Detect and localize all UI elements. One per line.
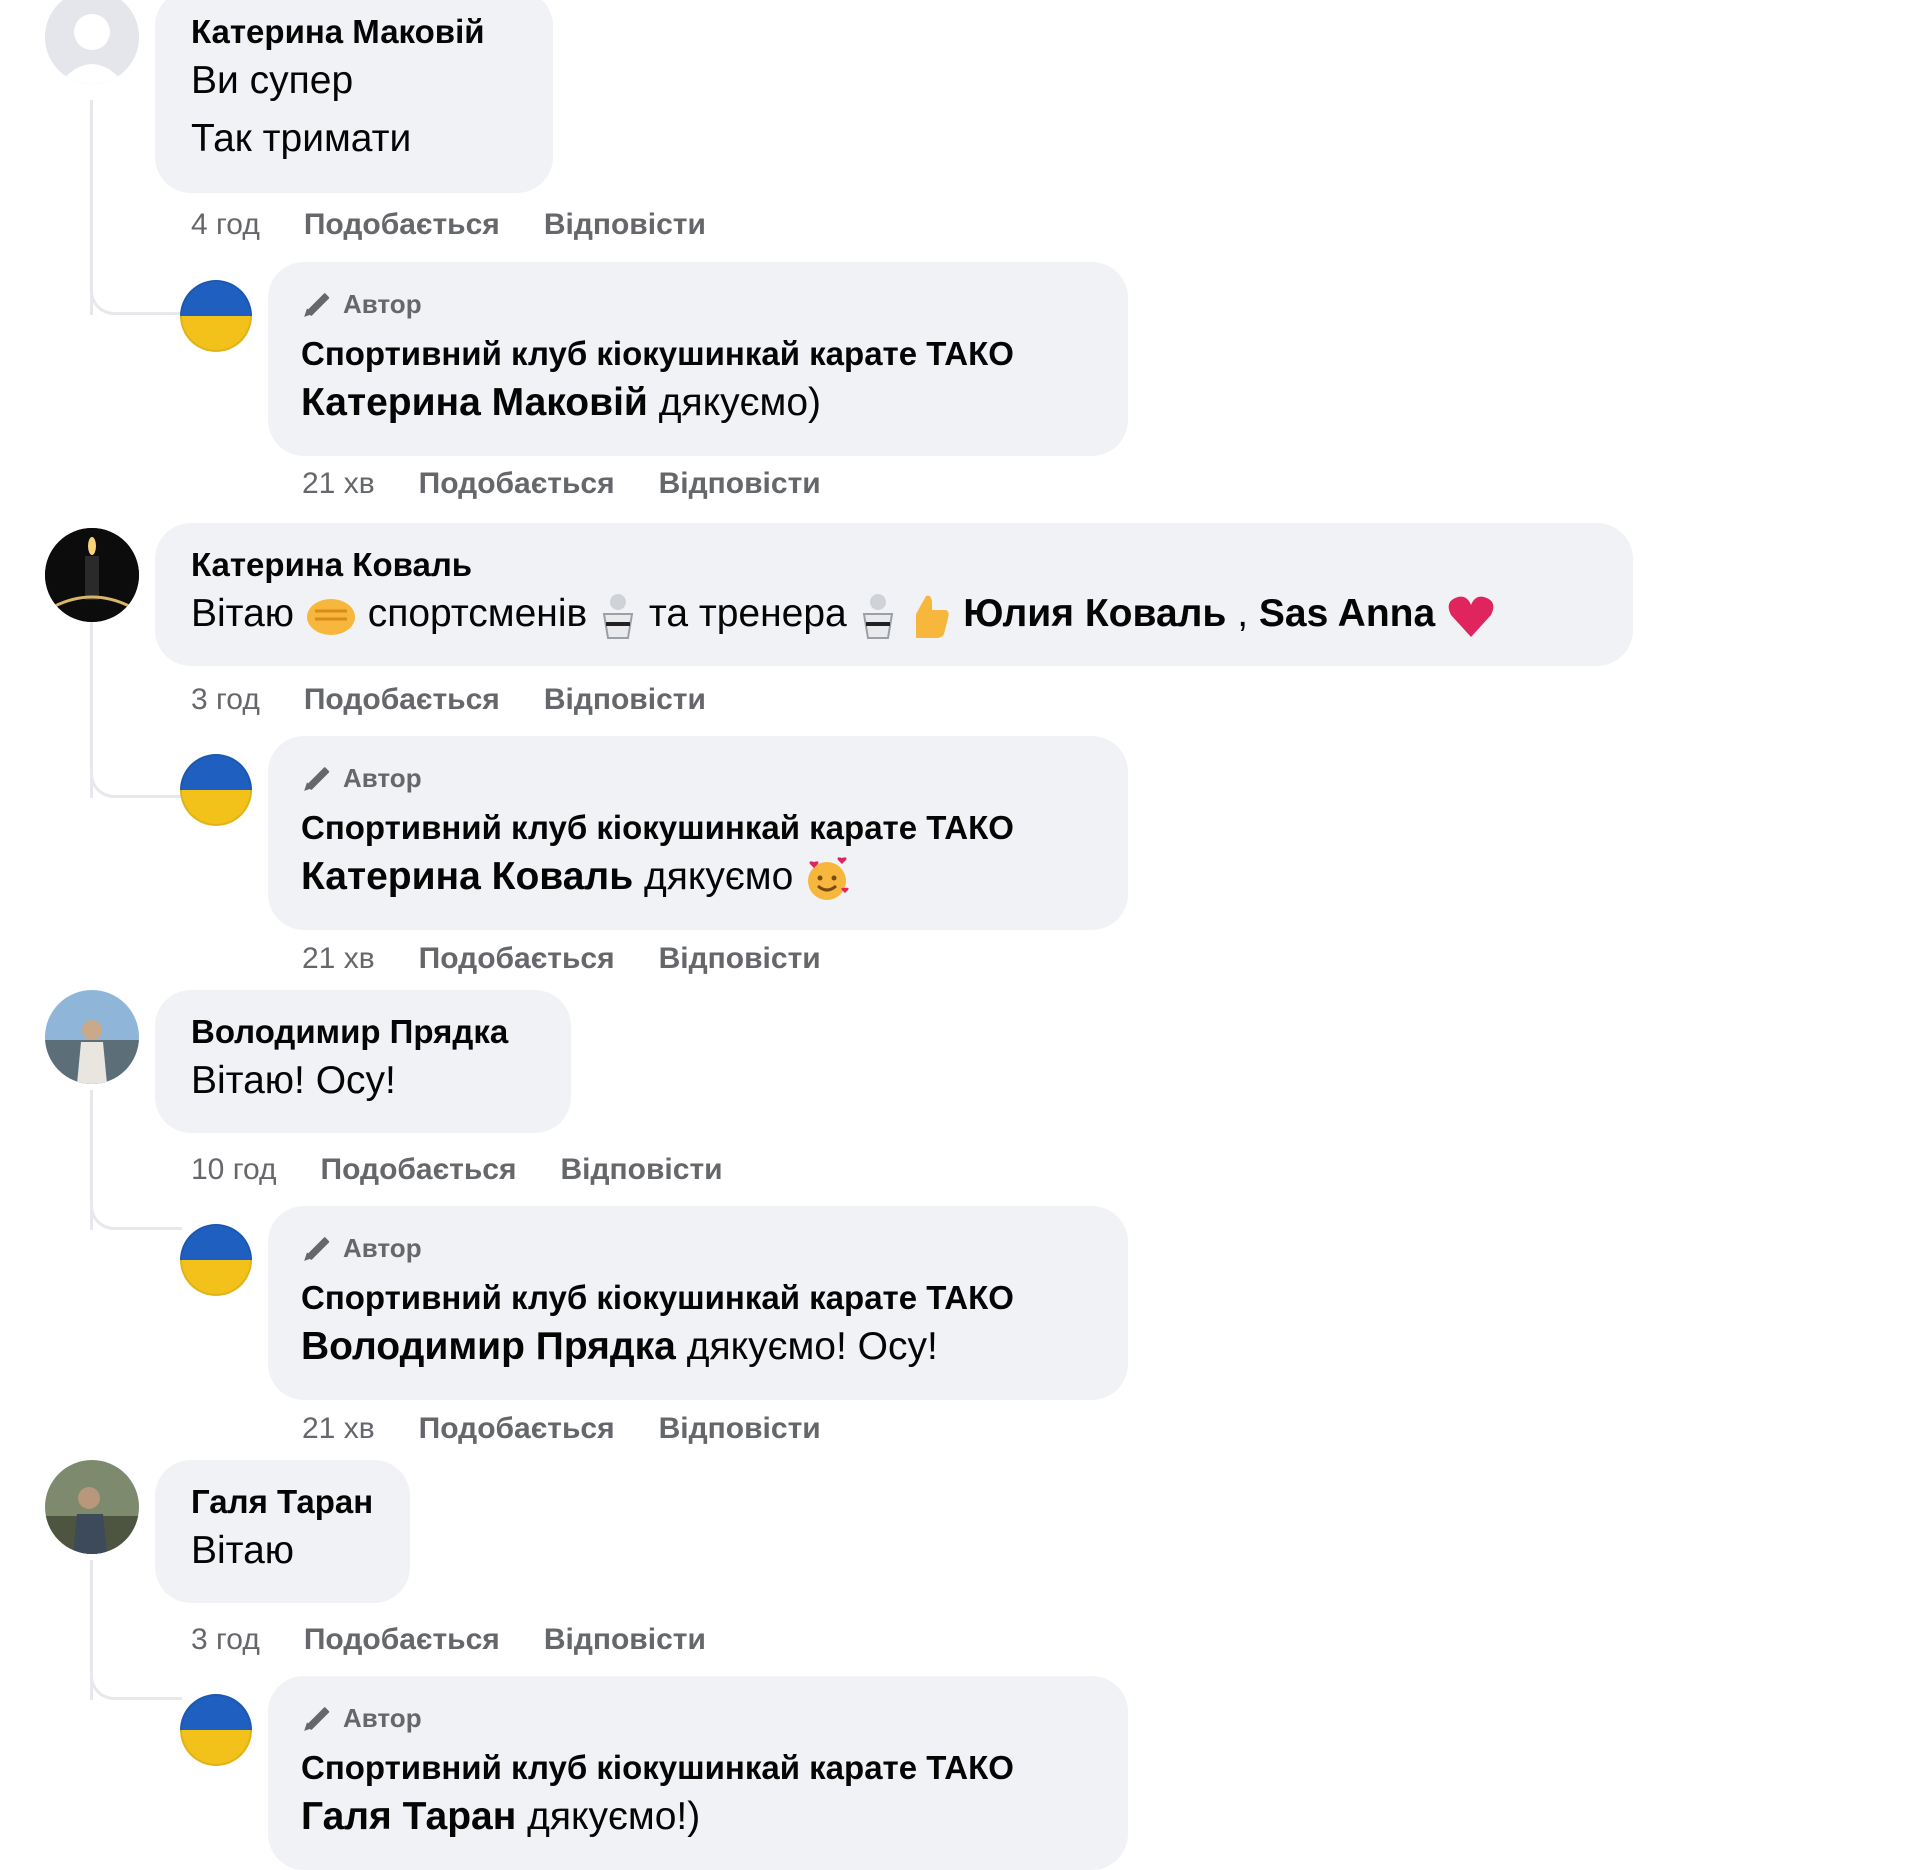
pencil-icon bbox=[301, 1232, 333, 1264]
comment-author[interactable]: Галя Таран bbox=[191, 1482, 374, 1522]
like-button[interactable]: Подобається bbox=[304, 208, 500, 242]
comment-author[interactable]: Катерина Коваль bbox=[191, 545, 1597, 585]
reply-author[interactable]: Спортивний клуб кіокушинкай карате ТАКО bbox=[301, 808, 1092, 848]
reply-time[interactable]: 21 хв bbox=[302, 1412, 375, 1446]
comment-actions: 3 год Подобається Відповісти bbox=[191, 683, 706, 717]
reply-button[interactable]: Відповісти bbox=[544, 1623, 706, 1657]
comment-author[interactable]: Володимир Прядка bbox=[191, 1012, 535, 1052]
mention-link[interactable]: Володимир Прядка bbox=[301, 1325, 676, 1368]
reply-bubble: Автор Спортивний клуб кіокушинкай карате… bbox=[268, 262, 1128, 456]
avatar[interactable] bbox=[45, 0, 139, 84]
comment-bubble: Катерина Коваль Вітаю спортсменів та тре… bbox=[155, 523, 1633, 666]
candle-icon bbox=[45, 528, 139, 622]
page-avatar[interactable] bbox=[180, 1224, 252, 1296]
reply-text: Володимир Прядка дякуємо! Осу! bbox=[301, 1325, 938, 1368]
mention-link[interactable]: Катерина Маковій bbox=[301, 381, 648, 424]
reply-bubble: Автор Спортивний клуб кіокушинкай карате… bbox=[268, 1676, 1128, 1870]
reply-author[interactable]: Спортивний клуб кіокушинкай карате ТАКО bbox=[301, 1748, 1092, 1788]
reply-button[interactable]: Відповісти bbox=[561, 1153, 723, 1187]
thumbs-up-emoji bbox=[916, 595, 950, 638]
reply-text: Катерина Коваль дякуємо bbox=[301, 848, 1092, 906]
mention-link[interactable]: Галя Таран bbox=[301, 1795, 516, 1838]
comment-actions: 4 год Подобається Відповісти bbox=[191, 208, 706, 242]
comment-bubble: Галя Таран Вітаю bbox=[155, 1460, 410, 1603]
like-button[interactable]: Подобається bbox=[304, 683, 500, 717]
comment-text-line: Ви супер bbox=[191, 59, 354, 102]
user-photo-icon bbox=[45, 990, 139, 1084]
comment-text-line: Так тримати bbox=[191, 117, 412, 160]
mention-link[interactable]: Sas Anna bbox=[1259, 592, 1435, 635]
red-heart-emoji bbox=[1448, 596, 1494, 637]
avatar[interactable] bbox=[45, 528, 139, 622]
like-button[interactable]: Подобається bbox=[321, 1153, 517, 1187]
reply-connector bbox=[90, 1662, 182, 1700]
mention-link[interactable]: Катерина Коваль bbox=[301, 855, 633, 898]
comment-actions: 3 год Подобається Відповісти bbox=[191, 1623, 706, 1657]
author-badge: Автор bbox=[301, 1228, 1092, 1268]
reply-button[interactable]: Відповісти bbox=[659, 942, 821, 976]
reply-author[interactable]: Спортивний клуб кіокушинкай карате ТАКО bbox=[301, 334, 1092, 374]
pencil-icon bbox=[301, 288, 333, 320]
avatar[interactable] bbox=[45, 1460, 139, 1554]
reply-button[interactable]: Відповісти bbox=[544, 683, 706, 717]
author-badge: Автор bbox=[301, 284, 1092, 324]
pencil-icon bbox=[301, 1702, 333, 1734]
mention-link[interactable]: Юлия Коваль bbox=[963, 592, 1226, 635]
like-button[interactable]: Подобається bbox=[419, 1412, 615, 1446]
reply-time[interactable]: 21 хв bbox=[302, 942, 375, 976]
comment-actions: 10 год Подобається Відповісти bbox=[191, 1153, 723, 1187]
reply-text: Галя Таран дякуємо!) bbox=[301, 1795, 701, 1838]
reply-actions: 21 хв Подобається Відповісти bbox=[302, 942, 821, 976]
comment-bubble: Катерина Маковій Ви супер Так тримати bbox=[155, 0, 553, 193]
comment-text-line: Вітаю bbox=[191, 1529, 295, 1572]
reply-button[interactable]: Відповісти bbox=[659, 467, 821, 501]
comment-author[interactable]: Катерина Маковій bbox=[191, 12, 517, 52]
fist-bump-emoji bbox=[306, 598, 355, 635]
comment-time[interactable]: 3 год bbox=[191, 1623, 260, 1657]
author-badge: Автор bbox=[301, 758, 1092, 798]
reply-bubble: Автор Спортивний клуб кіокушинкай карате… bbox=[268, 1206, 1128, 1400]
martial-arts-emoji bbox=[602, 593, 634, 639]
comment-text: Вітаю спортсменів та тренера Юлия Коваль… bbox=[191, 585, 1597, 643]
reply-bubble: Автор Спортивний клуб кіокушинкай карате… bbox=[268, 736, 1128, 930]
reply-time[interactable]: 21 хв bbox=[302, 467, 375, 501]
like-button[interactable]: Подобається bbox=[419, 467, 615, 501]
reply-connector bbox=[90, 277, 182, 315]
author-badge: Автор bbox=[301, 1698, 1092, 1738]
page-avatar[interactable] bbox=[180, 1694, 252, 1766]
reply-button[interactable]: Відповісти bbox=[659, 1412, 821, 1446]
comment-time[interactable]: 4 год bbox=[191, 208, 260, 242]
reply-text: Катерина Маковій дякуємо) bbox=[301, 381, 822, 424]
comment-bubble: Володимир Прядка Вітаю! Осу! bbox=[155, 990, 571, 1133]
reply-button[interactable]: Відповісти bbox=[544, 208, 706, 242]
smiling-face-with-hearts-emoji bbox=[808, 857, 849, 900]
pencil-icon bbox=[301, 762, 333, 794]
comment-time[interactable]: 10 год bbox=[191, 1153, 277, 1187]
reply-actions: 21 хв Подобається Відповісти bbox=[302, 1412, 821, 1446]
like-button[interactable]: Подобається bbox=[419, 942, 615, 976]
comment-time[interactable]: 3 год bbox=[191, 683, 260, 717]
comment-text-line: Вітаю! Осу! bbox=[191, 1059, 396, 1102]
like-button[interactable]: Подобається bbox=[304, 1623, 500, 1657]
page-avatar[interactable] bbox=[180, 754, 252, 826]
reply-author[interactable]: Спортивний клуб кіокушинкай карате ТАКО bbox=[301, 1278, 1092, 1318]
reply-connector bbox=[90, 1192, 182, 1230]
default-avatar-icon bbox=[45, 0, 139, 84]
page-avatar[interactable] bbox=[180, 280, 252, 352]
user-photo-icon bbox=[45, 1460, 139, 1554]
reply-actions: 21 хв Подобається Відповісти bbox=[302, 467, 821, 501]
avatar[interactable] bbox=[45, 990, 139, 1084]
reply-connector bbox=[90, 760, 182, 798]
martial-arts-emoji bbox=[862, 593, 893, 639]
